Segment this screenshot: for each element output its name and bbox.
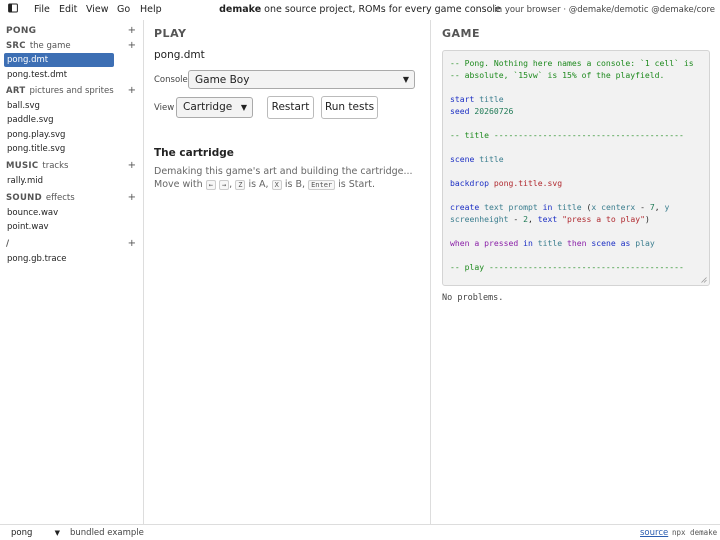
is-start-text: is Start. <box>338 179 376 190</box>
file-item[interactable]: pong.title.svg <box>4 142 114 156</box>
section-title: MUSIC <box>6 161 39 171</box>
key-x: X <box>271 180 282 190</box>
menu-view[interactable]: View <box>86 3 109 17</box>
section-music: MUSIC tracks + <box>6 159 136 173</box>
code-line: -- Pong. Nothing here names a console: `… <box>450 58 694 68</box>
sidebar: PONG + SRC the game + pong.dmt pong.test.… <box>0 20 144 524</box>
topbar-packages: in your browser · @demake/demotic @demak… <box>494 5 715 15</box>
view-select[interactable]: Cartridge ▼ <box>176 97 253 118</box>
code-line: backdrop pong.title.svg <box>450 178 563 188</box>
section-subtitle: the game <box>29 41 71 51</box>
play-panel: PLAY pong.dmt Console Game Boy ▼ View Ca… <box>144 20 431 524</box>
file-item[interactable]: pong.play.svg <box>4 128 114 142</box>
npx-command: npx demake <box>672 528 718 537</box>
section-sound: SOUND effects + <box>6 191 136 205</box>
cartridge-title: The cartridge <box>154 147 234 159</box>
menu-go[interactable]: Go <box>117 3 130 17</box>
section-title: SRC <box>6 41 26 51</box>
section-title: SOUND <box>6 193 42 203</box>
view-label: View <box>154 103 175 113</box>
add-icon[interactable]: + <box>128 84 136 98</box>
section-title: / <box>6 239 10 249</box>
project-select-value: pong <box>11 528 33 538</box>
chevron-down-icon: ▼ <box>54 529 60 537</box>
code-line: when a pressed in title then scene as pl… <box>450 238 655 248</box>
file-item[interactable]: point.wav <box>4 220 114 234</box>
source-link[interactable]: source <box>640 526 668 540</box>
key-left: ← <box>205 180 216 190</box>
cartridge-status: Demaking this game's art and building th… <box>154 165 424 192</box>
console-value: Game Boy <box>195 74 250 86</box>
file-item[interactable]: rally.mid <box>4 174 114 188</box>
code-line: -- title -------------------------------… <box>450 130 684 140</box>
brand-tagline: one source project, ROMs for every game … <box>264 4 501 15</box>
play-file-name: pong.dmt <box>154 49 205 61</box>
file-item[interactable]: bounce.wav <box>4 206 114 220</box>
section-subtitle: pictures and sprites <box>29 86 114 96</box>
project-select[interactable]: pong ▼ <box>6 527 62 539</box>
is-b-text: is B, <box>284 179 306 190</box>
controls-help: Move with ← →, Z is A, X is B, Enter is … <box>154 179 376 190</box>
menu-edit[interactable]: Edit <box>59 3 77 17</box>
section-root: / + <box>6 237 136 251</box>
brand-name: demake <box>219 4 262 15</box>
game-title: GAME <box>442 27 481 40</box>
code-line: -- absolute, `15vw` is 15% of the playfi… <box>450 70 665 80</box>
code-line: seed 20260726 <box>450 106 514 116</box>
code-line: create text prompt in title (x centerx -… <box>450 202 670 212</box>
run-tests-button[interactable]: Run tests <box>321 96 378 119</box>
code-editor[interactable]: -- Pong. Nothing here names a console: `… <box>442 50 710 286</box>
console-label: Console <box>154 75 188 85</box>
add-icon[interactable]: + <box>128 24 136 38</box>
section-src: SRC the game + <box>6 39 136 53</box>
sidebar-toggle-icon[interactable] <box>8 3 18 13</box>
add-icon[interactable]: + <box>128 191 136 205</box>
file-item[interactable]: ball.svg <box>4 99 114 113</box>
play-title: PLAY <box>154 27 187 40</box>
restart-button[interactable]: Restart <box>267 96 314 119</box>
chevron-down-icon: ▼ <box>402 75 409 84</box>
cartridge-message: Demaking this game's art and building th… <box>154 166 413 177</box>
code-line: -- play --------------------------------… <box>450 262 684 272</box>
key-z: Z <box>235 180 246 190</box>
file-item[interactable]: pong.gb.trace <box>4 252 114 266</box>
code-line: screenheight - 2, text "press a to play"… <box>450 214 650 224</box>
problems-status: No problems. <box>442 293 504 303</box>
key-right: → <box>218 180 230 190</box>
status-bar: pong ▼ bundled example source npx demake <box>0 524 720 540</box>
section-subtitle: effects <box>45 193 75 203</box>
chevron-down-icon: ▼ <box>240 103 247 112</box>
section-art: ART pictures and sprites + <box>6 84 136 98</box>
add-icon[interactable]: + <box>128 39 136 53</box>
file-item[interactable]: pong.dmt <box>4 53 114 67</box>
bundled-label: bundled example <box>70 528 144 538</box>
section-subtitle: tracks <box>42 161 69 171</box>
is-a-text: is A, <box>248 179 269 190</box>
file-item[interactable]: paddle.svg <box>4 113 114 127</box>
console-select[interactable]: Game Boy ▼ <box>188 70 415 89</box>
section-title: ART <box>6 86 26 96</box>
key-enter: Enter <box>308 180 336 190</box>
resize-handle-icon[interactable] <box>701 277 707 283</box>
game-panel: GAME -- Pong. Nothing here names a conso… <box>432 20 720 524</box>
move-with-text: Move with <box>154 179 203 190</box>
code-line: scene title <box>450 154 504 164</box>
top-bar: File Edit View Go Help demake one source… <box>0 0 720 20</box>
menu-file[interactable]: File <box>34 3 50 17</box>
view-value: Cartridge <box>183 101 233 113</box>
menu-help[interactable]: Help <box>140 3 162 17</box>
project-header: PONG + <box>6 24 136 38</box>
file-item[interactable]: pong.test.dmt <box>4 68 114 82</box>
add-icon[interactable]: + <box>128 159 136 173</box>
code-line: start title <box>450 94 504 104</box>
project-name: PONG <box>6 26 37 36</box>
add-icon[interactable]: + <box>128 237 136 251</box>
